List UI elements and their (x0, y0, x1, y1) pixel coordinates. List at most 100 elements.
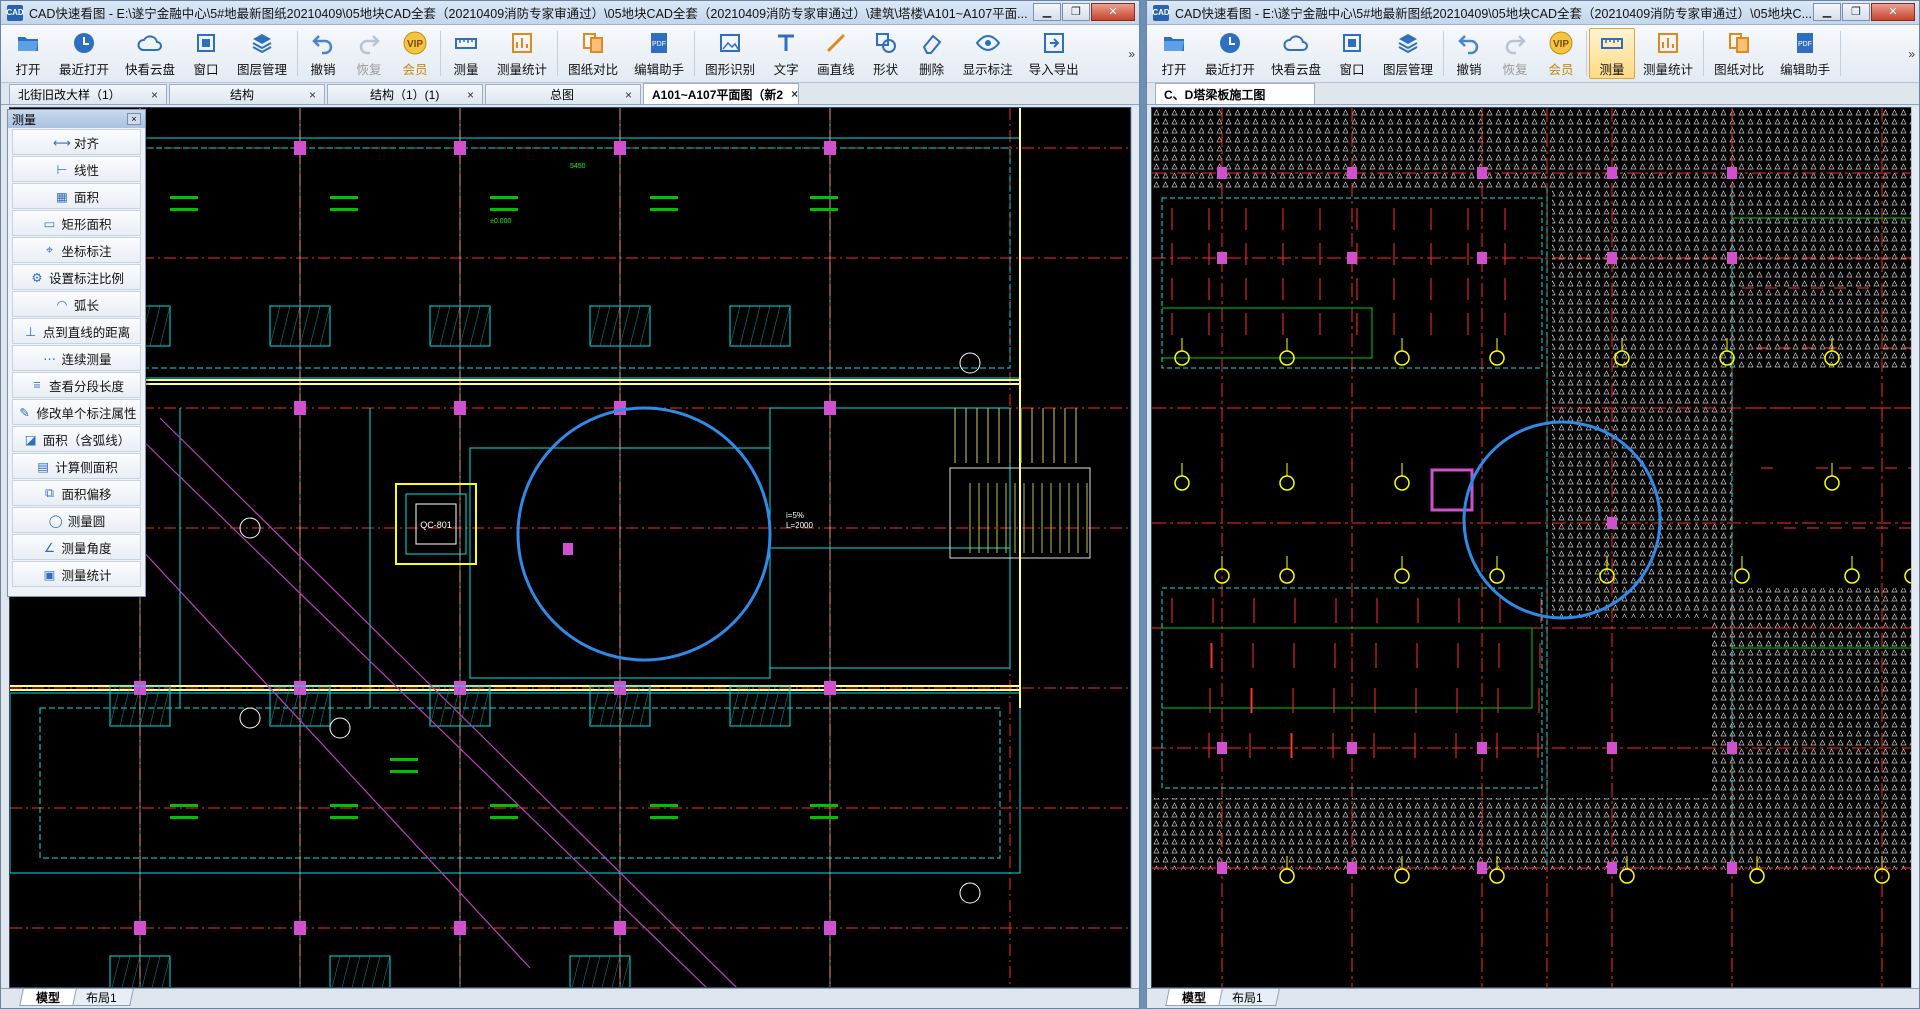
toolbar-button-measure-stats[interactable]: 测量统计 (489, 25, 555, 82)
measure-tool-item[interactable]: ▣ 测量统计 (12, 561, 141, 587)
title-bar[interactable]: CAD CAD快速看图 - E:\遂宁金融中心\5#地最新图纸20210409\… (1, 1, 1139, 25)
minimize-button[interactable]: ▁ (1813, 2, 1841, 21)
toolbar-button-recent[interactable]: 最近打开 (51, 25, 117, 82)
measure-panel-close-icon[interactable]: × (127, 113, 141, 125)
toolbar-button-text[interactable]: 文字 (763, 25, 809, 82)
column-marker (1727, 862, 1737, 874)
tab-document[interactable]: 北街旧改大样（1） × (9, 84, 167, 104)
measure-tool-label: 连续测量 (61, 352, 112, 367)
toolbar-button-delete[interactable]: 删除 (909, 25, 955, 82)
toolbar-button-edit-helper[interactable]: PDF 编辑助手 (1772, 25, 1838, 82)
toolbar-button-cloud[interactable]: 快看云盘 (117, 25, 183, 82)
toolbar-button-open[interactable]: 打开 (5, 25, 51, 82)
toolbar-button-open[interactable]: 打开 (1151, 25, 1197, 82)
toolbar-button-shape[interactable]: 形状 (863, 25, 909, 82)
maximize-button[interactable]: ❐ (1842, 2, 1870, 21)
toolbar-button-measure[interactable]: 测量 (1589, 28, 1636, 79)
toolbar-button-measure-stats[interactable]: 测量统计 (1635, 25, 1701, 82)
measure-tool-item[interactable]: ⚙ 设置标注比例 (12, 264, 141, 290)
measure-tool-item[interactable]: ≡ 查看分段长度 (12, 372, 141, 398)
toolbar-button-recent[interactable]: 最近打开 (1197, 25, 1263, 82)
measure-tool-item[interactable]: ◠ 弧长 (12, 291, 141, 317)
toolbar-button-undo[interactable]: 撤销 (1446, 25, 1492, 82)
column-marker (294, 681, 306, 695)
toolbar-button-vip[interactable]: VIP 会员 (1538, 25, 1584, 82)
toolbar-button-cloud[interactable]: 快看云盘 (1263, 25, 1329, 82)
hatch-line (729, 685, 741, 727)
column-marker (1477, 862, 1487, 874)
tab-layout1[interactable]: 布局1 (69, 989, 134, 1006)
tab-document[interactable]: 总图 × (485, 84, 641, 104)
toolbar-button-import-export[interactable]: 导入导出 (1021, 25, 1087, 82)
toolbar-button-window[interactable]: 窗口 (183, 25, 229, 82)
toolbar-button-undo[interactable]: 撤销 (300, 25, 346, 82)
close-tab-icon[interactable]: × (625, 88, 632, 102)
hatch-line (759, 685, 771, 727)
hatch-line (479, 685, 491, 727)
toolbar-button-show-dim[interactable]: 显示标注 (955, 25, 1021, 82)
maximize-button[interactable]: ❐ (1062, 2, 1090, 21)
title-bar[interactable]: CAD CAD快速看图 - E:\遂宁金融中心\5#地最新图纸20210409\… (1147, 1, 1919, 25)
column-marker (614, 681, 626, 695)
tab-model[interactable]: 模型 (1165, 989, 1223, 1006)
measure-tool-item[interactable]: ◯ 测量圆 (12, 507, 141, 533)
toolbar-button-compare[interactable]: 图纸对比 (560, 25, 626, 82)
measure-tool-item[interactable]: ⌖ 坐标标注 (12, 237, 141, 263)
toolbar-button-compare[interactable]: 图纸对比 (1706, 25, 1772, 82)
measure-tool-label: 测量统计 (61, 568, 112, 583)
redo-icon (356, 30, 382, 56)
hatch-line (299, 305, 311, 347)
measure-tool-item[interactable]: ⟷ 对齐 (12, 129, 141, 155)
measure-tool-item[interactable]: ▭ 矩形面积 (12, 210, 141, 236)
toolbar-button-layers[interactable]: 图层管理 (1375, 25, 1441, 82)
toolbar-more-icon[interactable]: » (1128, 47, 1135, 61)
measure-panel-header[interactable]: 测量 × (8, 110, 145, 128)
toolbar-button-window[interactable]: 窗口 (1329, 25, 1375, 82)
hatch-line (121, 955, 131, 987)
toolbar-button-edit-helper[interactable]: PDF 编辑助手 (626, 25, 692, 82)
measure-tool-item[interactable]: ⊢ 线性 (12, 156, 141, 182)
toolbar-button-vip[interactable]: VIP 会员 (392, 25, 438, 82)
measure-circle[interactable] (516, 406, 772, 662)
toolbar-more-icon[interactable]: » (1908, 47, 1915, 61)
measure-tool-item[interactable]: ▤ 计算侧面积 (12, 453, 141, 479)
text-stroke (810, 804, 838, 807)
vertical-scrollbar[interactable] (1131, 107, 1139, 988)
tab-document-active[interactable]: A101~A107平面图（新2 × (643, 83, 799, 104)
close-button[interactable]: ✕ (1091, 2, 1135, 21)
measure-tool-item[interactable]: ∠ 测量角度 (12, 534, 141, 560)
close-tab-icon[interactable]: × (791, 87, 798, 101)
tab-document[interactable]: 结构 × (169, 84, 325, 104)
measure-tool-item[interactable]: ◪ 面积（含弧线） (12, 426, 141, 452)
close-tab-icon[interactable]: × (309, 88, 316, 102)
tab-document-active[interactable]: C、D塔梁板施工图 (1155, 83, 1315, 104)
drawing-canvas[interactable] (1151, 107, 1915, 988)
hatch-line (151, 955, 161, 987)
toolbar-button-recognize[interactable]: 图形识别 (697, 25, 763, 82)
measure-tool-item[interactable]: ⊥ 点到直线的距离 (12, 318, 141, 344)
measure-tool-label: 面积 (73, 190, 99, 205)
tab-document[interactable]: 结构（1）(1) × (327, 84, 483, 104)
close-tab-icon[interactable]: × (467, 88, 474, 102)
minimize-button[interactable]: ▁ (1033, 2, 1061, 21)
toolbar-button-redo[interactable]: 恢复 (346, 25, 392, 82)
drawing-canvas[interactable]: QC-801 i=5% L=2000 5450 ±0.000 (9, 107, 1131, 988)
toolbar-label: 图层管理 (1383, 62, 1434, 77)
column-marker (824, 141, 836, 155)
hatch-line (159, 305, 171, 347)
measure-tool-item[interactable]: ✎ 修改单个标注属性 (12, 399, 141, 425)
vertical-scrollbar[interactable] (1911, 107, 1919, 988)
measure-tool-label: 设置标注比例 (48, 271, 124, 286)
toolbar-button-line[interactable]: 画直线 (809, 25, 863, 82)
measure-tool-item[interactable]: ▦ 面积 (12, 183, 141, 209)
tab-layout1[interactable]: 布局1 (1215, 989, 1280, 1006)
close-button[interactable]: ✕ (1871, 2, 1915, 21)
toolbar-button-layers[interactable]: 图层管理 (229, 25, 295, 82)
measure-tool-item[interactable]: ⧉ 面积偏移 (12, 480, 141, 506)
hatch-line (739, 685, 751, 727)
tab-model[interactable]: 模型 (19, 989, 77, 1006)
toolbar-button-measure[interactable]: 测量 (443, 25, 489, 82)
close-tab-icon[interactable]: × (151, 88, 158, 102)
measure-tool-item[interactable]: ⋯ 连续测量 (12, 345, 141, 371)
toolbar-button-redo[interactable]: 恢复 (1492, 25, 1538, 82)
